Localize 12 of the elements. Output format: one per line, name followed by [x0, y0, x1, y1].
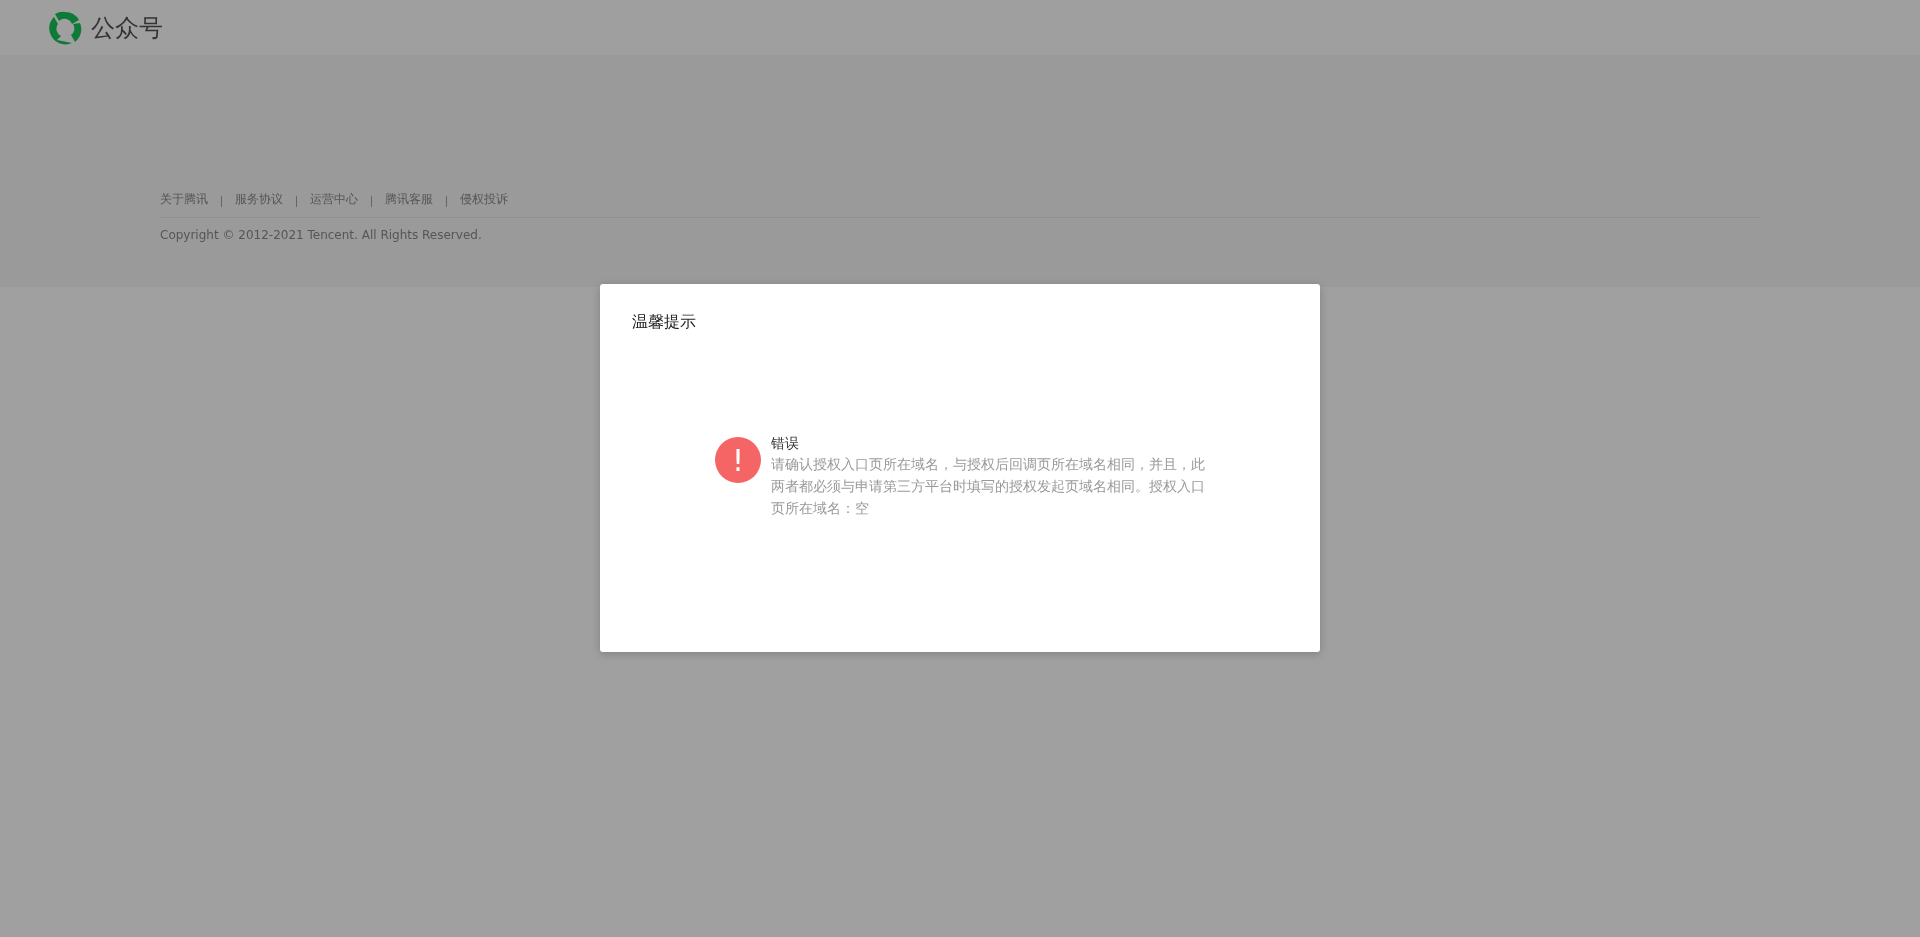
error-heading: 错误 — [771, 434, 800, 453]
footer-link[interactable]: 服务协议 — [235, 191, 283, 208]
brand-name[interactable]: 公众号 — [91, 11, 163, 44]
dialog-title: 温馨提示 — [632, 312, 696, 333]
footer-link[interactable]: 腾讯客服 — [385, 191, 433, 208]
footer-link[interactable]: 关于腾讯 — [160, 191, 208, 208]
footer-link[interactable]: 侵权投诉 — [460, 191, 508, 208]
copyright-text: Copyright © 2012-2021 Tencent. All Rights Reserved. — [160, 228, 483, 242]
error-message: 请确认授权入口页所在域名，与授权后回调页所在域名相同，并且，此两者都必须与申请第三方平台时填写的授权发起页域名相同。授权入口页所在域名：空 — [771, 455, 1206, 518]
footer-link[interactable]: 运营中心 — [310, 191, 358, 208]
logo-icon — [47, 9, 83, 46]
error-icon: ! — [715, 437, 761, 483]
